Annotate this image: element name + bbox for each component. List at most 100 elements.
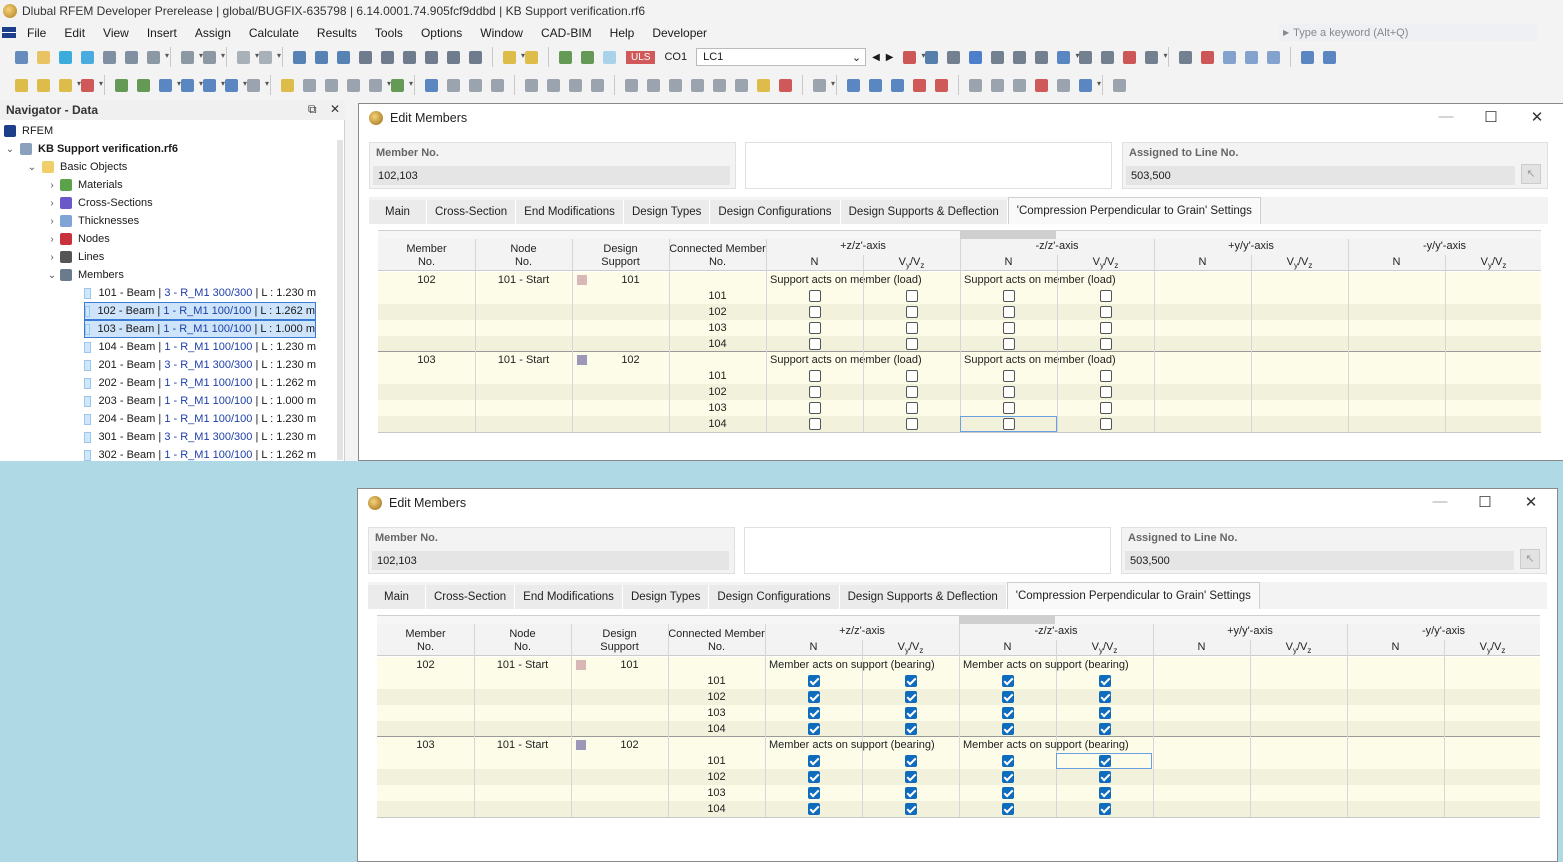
snap-intersection-icon[interactable] [932, 76, 951, 95]
tree-root[interactable]: RFEM [4, 122, 53, 140]
tab-end-modifications[interactable]: End Modifications [516, 200, 624, 224]
redo-icon[interactable] [256, 48, 281, 67]
chevron-right-icon[interactable]: › [46, 252, 58, 263]
dim-icon[interactable] [488, 76, 507, 95]
chk-plus-z-vyvz-checkbox[interactable] [904, 787, 917, 799]
tab-main[interactable]: Main [368, 585, 426, 609]
menu-file[interactable]: File [18, 26, 55, 40]
grid-icon[interactable] [1054, 48, 1079, 67]
snap-object-icon[interactable] [866, 76, 885, 95]
chk-plus-z-n-checkbox[interactable] [808, 338, 821, 350]
tree-nodes[interactable]: › Nodes [46, 230, 110, 248]
solid-icon[interactable] [178, 76, 203, 95]
chk-minus-z-vyvz-checkbox[interactable] [1099, 322, 1112, 334]
iso-lines-icon[interactable] [1142, 48, 1167, 67]
menu-developer[interactable]: Developer [643, 26, 716, 40]
chk-minus-z-vyvz-checkbox[interactable] [1098, 771, 1111, 783]
tree-member-item[interactable]: 103 - Beam | 1 - R_M1 100/100 | L : 1.00… [84, 320, 316, 338]
hinge-icon[interactable] [222, 76, 247, 95]
menu-options[interactable]: Options [412, 26, 471, 40]
print-icon[interactable] [122, 48, 141, 67]
model-icon[interactable] [78, 48, 97, 67]
chk-plus-z-vyvz-checkbox[interactable] [905, 418, 918, 430]
assigned-line-input[interactable]: 503,500 [1126, 166, 1515, 185]
tab-compression-perpendicular[interactable]: 'Compression Perpendicular to Grain' Set… [1006, 582, 1260, 609]
comment-field[interactable] [744, 527, 1111, 574]
3d-icon[interactable] [400, 48, 419, 67]
opening-icon[interactable] [200, 76, 225, 95]
chk-plus-z-n-checkbox[interactable] [807, 675, 820, 687]
next-icon[interactable]: ▶ [886, 52, 894, 63]
dimension-icon[interactable] [356, 48, 375, 67]
menu-assign[interactable]: Assign [186, 26, 240, 40]
chk-minus-z-vyvz-checkbox[interactable] [1098, 707, 1111, 719]
chk-minus-z-n-checkbox[interactable] [1001, 771, 1014, 783]
chevron-right-icon[interactable]: › [46, 198, 58, 209]
chevron-down-icon[interactable]: ⌄ [4, 144, 16, 155]
menu-view[interactable]: View [94, 26, 138, 40]
chk-minus-z-vyvz-checkbox[interactable] [1098, 803, 1111, 815]
document-icon[interactable] [444, 48, 463, 67]
show-results-icon[interactable] [922, 48, 941, 67]
orbit-icon[interactable] [988, 76, 1007, 95]
open-folder-icon[interactable] [34, 48, 53, 67]
support-icon[interactable] [78, 76, 103, 95]
new-file-icon[interactable] [12, 48, 31, 67]
print-report-icon[interactable] [178, 48, 203, 67]
clear-icon[interactable] [1198, 48, 1217, 67]
menu-tools[interactable]: Tools [366, 26, 412, 40]
chk-plus-z-vyvz-checkbox[interactable] [904, 771, 917, 783]
chk-minus-z-vyvz-checkbox[interactable] [1099, 290, 1112, 302]
load-wizard-icon[interactable] [578, 48, 597, 67]
chevron-right-icon[interactable]: › [46, 216, 58, 227]
line-icon[interactable] [34, 76, 53, 95]
chevron-right-icon[interactable]: › [46, 180, 58, 191]
pick-icon[interactable]: ↖ [1520, 549, 1540, 569]
maximize-icon[interactable]: ☐ [1481, 108, 1501, 126]
load-member-icon[interactable] [134, 76, 153, 95]
search-input[interactable]: ▶ Type a keyword (Alt+Q) [1279, 24, 1537, 41]
curve-icon[interactable] [522, 76, 541, 95]
snap-node-icon[interactable] [888, 76, 907, 95]
section-icon[interactable] [334, 48, 353, 67]
tab-design-configurations[interactable]: Design Configurations [709, 585, 840, 609]
section-cut-icon[interactable] [1010, 48, 1029, 67]
perspective-icon[interactable] [1010, 76, 1029, 95]
chk-plus-z-n-checkbox[interactable] [808, 402, 821, 414]
chk-minus-z-vyvz-checkbox[interactable] [1099, 386, 1112, 398]
chk-minus-z-n-checkbox[interactable] [1002, 386, 1015, 398]
undo-icon[interactable] [234, 48, 259, 67]
chk-plus-z-n-checkbox[interactable] [808, 370, 821, 382]
snap-midpoint-icon[interactable] [910, 76, 929, 95]
line-edit-icon[interactable] [588, 76, 607, 95]
globe-icon[interactable] [466, 48, 485, 67]
chk-minus-z-n-checkbox[interactable] [1001, 755, 1014, 767]
export-icon[interactable] [200, 48, 225, 67]
extend-icon[interactable] [710, 76, 729, 95]
menu-insert[interactable]: Insert [138, 26, 186, 40]
copy-icon[interactable] [322, 76, 341, 95]
deformation-icon[interactable] [966, 48, 985, 67]
chk-minus-z-n-checkbox[interactable] [1001, 691, 1014, 703]
chk-minus-z-vyvz-checkbox[interactable] [1099, 370, 1112, 382]
scale-icon[interactable] [1076, 48, 1095, 67]
chk-minus-z-n-checkbox[interactable] [1002, 290, 1015, 302]
chk-plus-z-vyvz-checkbox[interactable] [904, 723, 917, 735]
chk-minus-z-n-checkbox[interactable] [1001, 803, 1014, 815]
tree-member-item[interactable]: 101 - Beam | 3 - R_M1 300/300 | L : 1.23… [84, 284, 316, 302]
chk-minus-z-n-checkbox[interactable] [1002, 402, 1015, 414]
box-icon[interactable] [1220, 48, 1239, 67]
tree-member-item[interactable]: 202 - Beam | 1 - R_M1 100/100 | L : 1.26… [84, 374, 316, 392]
tab-cross-section[interactable]: Cross-Section [425, 585, 516, 609]
snap-grid-icon[interactable] [844, 76, 863, 95]
tab-main[interactable]: Main [369, 200, 427, 224]
tree-member-item[interactable]: 204 - Beam | 1 - R_M1 100/100 | L : 1.23… [84, 410, 316, 428]
measure-icon[interactable] [444, 76, 463, 95]
chk-minus-z-n-checkbox[interactable] [1001, 675, 1014, 687]
connect-icon[interactable] [666, 76, 685, 95]
close-icon[interactable]: ✕ [1527, 108, 1547, 126]
chk-plus-z-vyvz-checkbox[interactable] [904, 755, 917, 767]
tree-member-item[interactable]: 201 - Beam | 3 - R_M1 300/300 | L : 1.23… [84, 356, 316, 374]
tab-design-types[interactable]: Design Types [622, 585, 710, 609]
prev-icon[interactable]: ◀ [872, 52, 880, 63]
